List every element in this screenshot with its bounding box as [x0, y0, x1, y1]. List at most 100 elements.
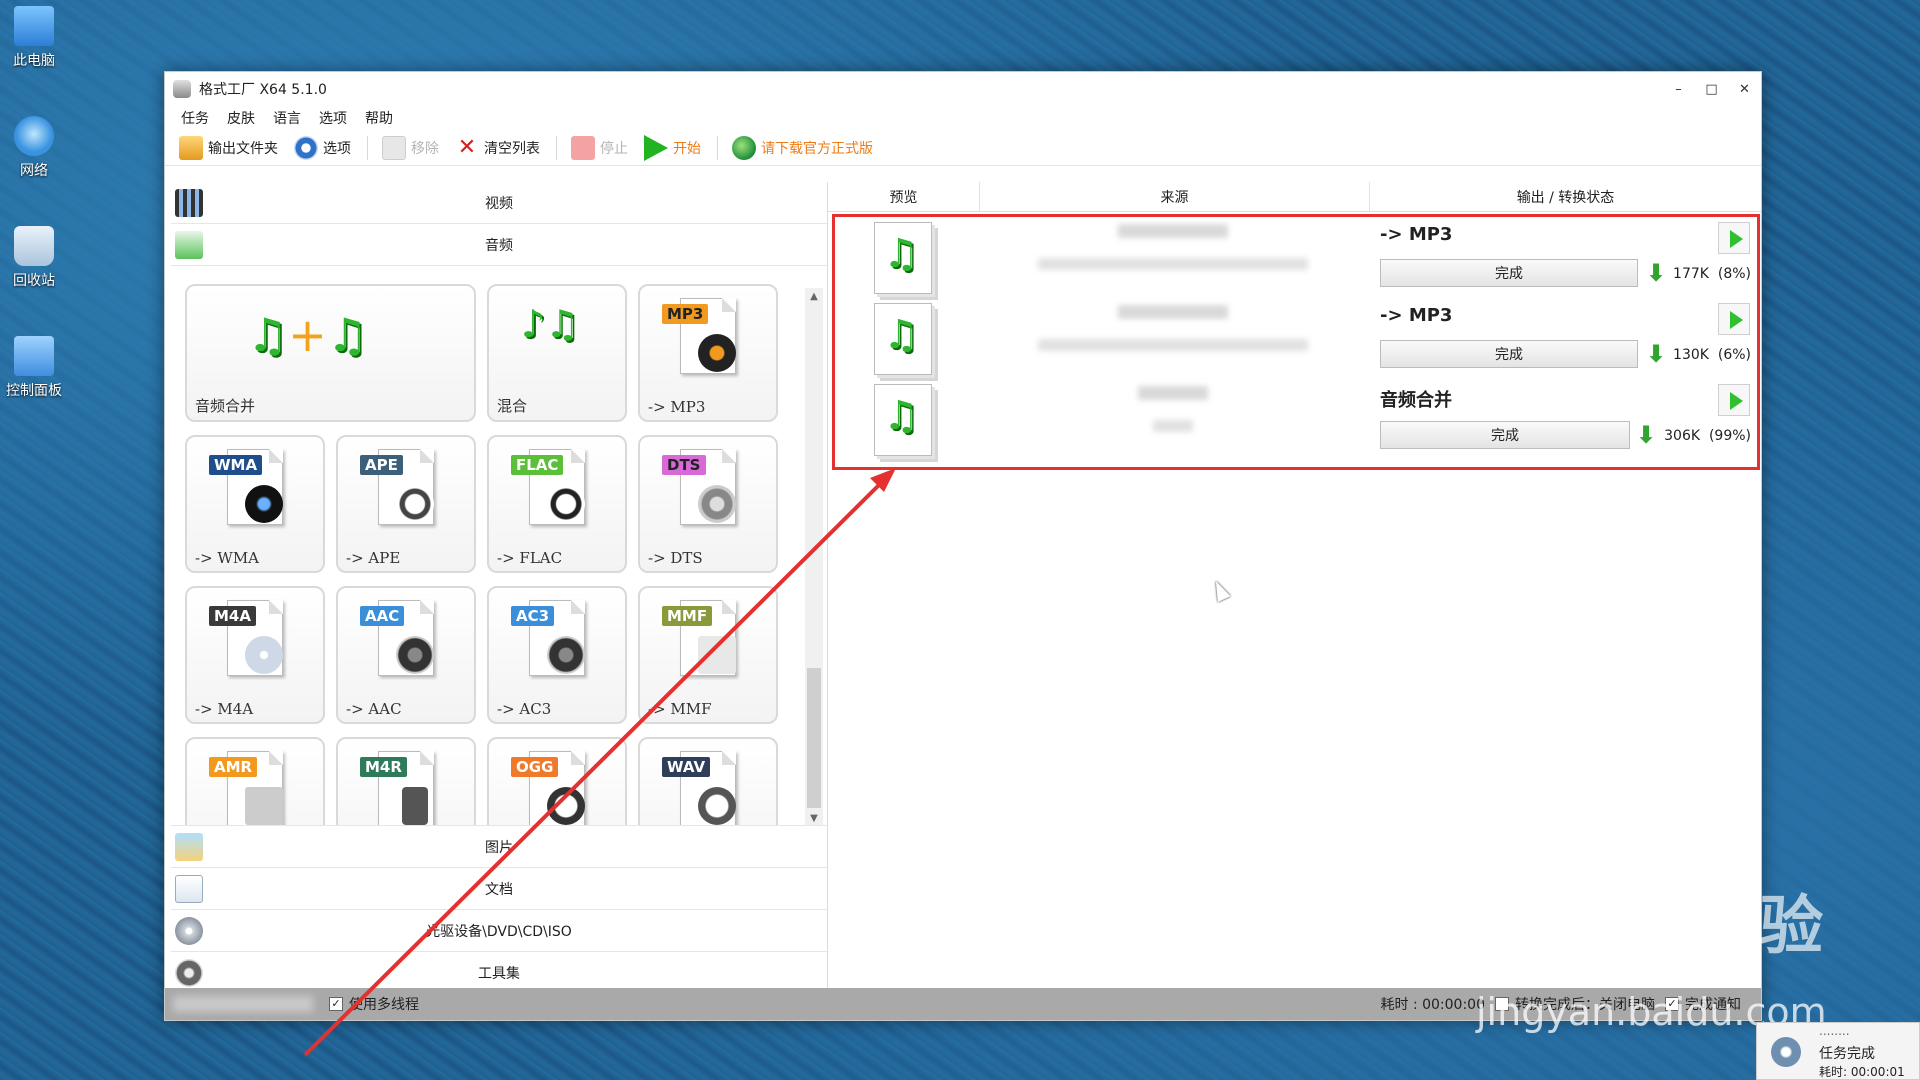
menu-help[interactable]: 帮助 [365, 108, 393, 128]
format-badge: M4R [360, 757, 407, 777]
toolbar-divider [367, 135, 368, 160]
speaker-icon [396, 636, 434, 674]
tile-label: -> WMA [195, 549, 260, 567]
source-info-blurred [1038, 339, 1308, 351]
tile-to-ac3[interactable]: AC3 -> AC3 [487, 586, 627, 724]
tile-to-wav[interactable]: WAV [638, 737, 778, 825]
tile-to-wma[interactable]: WMA -> WMA [185, 435, 325, 573]
header-output[interactable]: 输出 / 转换状态 [1370, 182, 1761, 211]
title-bar[interactable]: 格式工厂 X64 5.1.0 – □ ✕ [165, 72, 1761, 106]
category-document[interactable]: 文档 [171, 868, 827, 910]
scroll-down-arrow-icon[interactable]: ▼ [805, 810, 823, 825]
tile-to-m4a[interactable]: M4A -> M4A [185, 586, 325, 724]
format-badge: WAV [662, 757, 711, 777]
output-folder-label: 输出文件夹 [208, 140, 278, 157]
download-official-link[interactable]: 请下载官方正式版 [732, 135, 873, 160]
clear-list-button[interactable]: ✕ 清空列表 [455, 134, 540, 160]
format-badge: MMF [662, 606, 713, 626]
tile-to-ape[interactable]: APE -> APE [336, 435, 476, 573]
download-arrow-icon: ⬇ [1646, 259, 1667, 287]
tile-audio-merge[interactable]: ♫+♫ 音频合并 [185, 284, 476, 422]
scroll-thumb[interactable] [807, 668, 821, 808]
tile-to-dts[interactable]: DTS -> DTS [638, 435, 778, 573]
download-arrow-icon: ⬇ [1636, 421, 1657, 449]
tile-mix[interactable]: ♪♫ 混合 [487, 284, 627, 422]
output-format: 音频合并 [1380, 390, 1452, 411]
tile-to-mmf[interactable]: MMF -> MMF [638, 586, 778, 724]
format-badge: WMA [209, 455, 263, 475]
desktop-icon-label: 网络 [20, 163, 48, 179]
window-title: 格式工厂 X64 5.1.0 [199, 82, 327, 98]
audio-file-thumbnail-icon [874, 222, 932, 294]
tile-label: -> AAC [346, 700, 402, 718]
audio-file-thumbnail-icon [874, 303, 932, 375]
stop-button[interactable]: 停止 [571, 135, 628, 160]
scroll-up-arrow-icon[interactable]: ▲ [805, 288, 823, 306]
menu-options[interactable]: 选项 [319, 108, 347, 128]
tile-to-aac[interactable]: AAC -> AAC [336, 586, 476, 724]
headphones-icon [396, 485, 434, 523]
maximize-button[interactable]: □ [1695, 82, 1728, 97]
remove-file-icon [382, 135, 406, 160]
multithread-checkbox[interactable]: ✓ [329, 997, 343, 1011]
tile-to-m4r[interactable]: M4R [336, 737, 476, 825]
options-button[interactable]: 选项 [294, 135, 351, 160]
cd-icon [245, 636, 283, 674]
remove-button[interactable]: 移除 [382, 135, 439, 160]
header-source[interactable]: 来源 [980, 182, 1370, 211]
music-note-icon [698, 787, 736, 825]
task-row[interactable]: 音频合并 完成 ⬇ 306K (99%) [828, 378, 1761, 459]
category-label: 工具集 [478, 965, 520, 982]
menu-skin[interactable]: 皮肤 [227, 108, 255, 128]
start-button[interactable]: 开始 [644, 134, 701, 161]
task-complete-notification[interactable]: ........ 任务完成 耗时: 00:00:01 [1756, 1022, 1920, 1080]
header-preview[interactable]: 预览 [828, 182, 980, 211]
category-panel: 视频 音频 ♫+♫ 音频合并 ♪♫ 混合 MP3 -> MP3 WMA -> W… [171, 182, 827, 994]
source-filename-blurred [1138, 386, 1208, 400]
grid-scrollbar[interactable]: ▲ ▼ [805, 288, 823, 825]
toolbar-divider [556, 135, 557, 160]
tile-label: -> AC3 [497, 700, 552, 718]
desktop-icon-control-panel[interactable]: 控制面板 [2, 336, 66, 400]
tile-to-amr[interactable]: AMR [185, 737, 325, 825]
task-list-header: 预览 来源 输出 / 转换状态 [828, 182, 1761, 212]
desktop-icon-label: 控制面板 [6, 383, 62, 399]
category-image[interactable]: 图片 [171, 826, 827, 868]
download-arrow-icon: ⬇ [1646, 340, 1667, 368]
play-output-button[interactable] [1718, 303, 1750, 335]
tile-to-flac[interactable]: FLAC -> FLAC [487, 435, 627, 573]
task-row[interactable]: -> MP3 完成 ⬇ 177K (8%) [828, 216, 1761, 297]
clear-x-icon: ✕ [457, 134, 477, 160]
format-badge: AC3 [511, 606, 555, 626]
clear-list-label: 清空列表 [484, 140, 540, 157]
play-output-button[interactable] [1718, 384, 1750, 416]
computer-icon [14, 6, 54, 46]
category-audio[interactable]: 音频 [171, 224, 827, 266]
tile-label: -> MP3 [648, 398, 706, 416]
output-folder-button[interactable]: 输出文件夹 [179, 135, 278, 160]
menu-language[interactable]: 语言 [273, 108, 301, 128]
tile-label: -> M4A [195, 700, 254, 718]
desktop-icon-recycle-bin[interactable]: 回收站 [2, 226, 66, 290]
category-disc[interactable]: 光驱设备\DVD\CD\ISO [171, 910, 827, 952]
minimize-button[interactable]: – [1662, 82, 1695, 97]
close-button[interactable]: ✕ [1728, 82, 1761, 97]
desktop-icon-this-pc[interactable]: 此电脑 [2, 6, 66, 70]
menu-task[interactable]: 任务 [181, 108, 209, 128]
tile-to-mp3[interactable]: MP3 -> MP3 [638, 284, 778, 422]
desktop-icon-network[interactable]: 网络 [2, 116, 66, 180]
status-blurred-area [173, 996, 313, 1012]
source-filename-blurred [1118, 305, 1228, 319]
status-progress-bar: 完成 [1380, 340, 1638, 368]
category-video[interactable]: 视频 [171, 182, 827, 224]
stop-label: 停止 [600, 140, 628, 157]
category-label: 图片 [485, 839, 513, 856]
tile-to-ogg[interactable]: OGG [487, 737, 627, 825]
control-panel-icon [14, 336, 54, 376]
format-badge: FLAC [511, 455, 564, 475]
audio-file-thumbnail-icon [874, 384, 932, 456]
task-row[interactable]: -> MP3 完成 ⬇ 130K (6%) [828, 297, 1761, 378]
play-output-button[interactable] [1718, 222, 1750, 254]
category-label: 视频 [485, 195, 513, 212]
play-icon [644, 134, 668, 161]
